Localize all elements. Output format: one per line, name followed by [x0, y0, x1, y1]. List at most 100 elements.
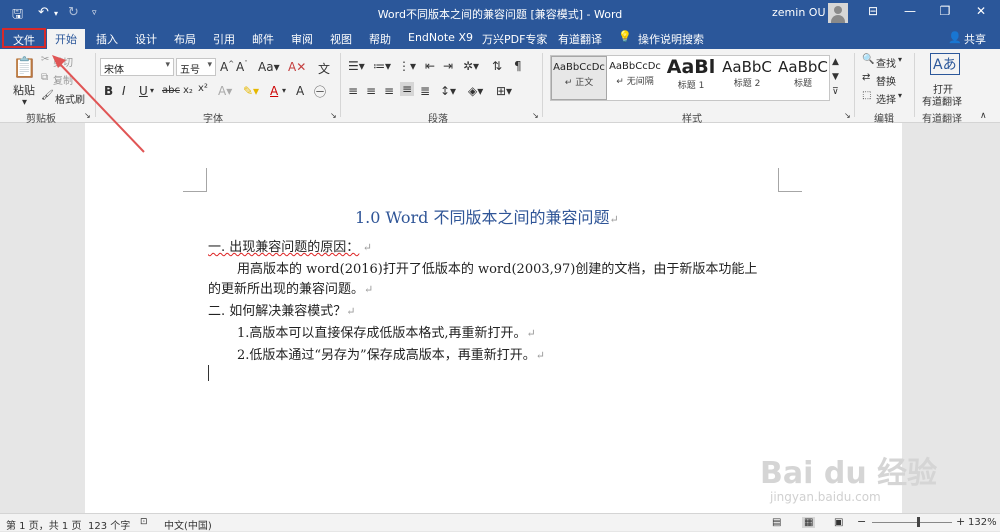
paste-button[interactable]: 粘贴 — [13, 82, 35, 98]
sort-icon[interactable]: ⇅ — [492, 59, 502, 73]
style-normal[interactable]: AaBbCcDc ↵ 正文 — [551, 56, 607, 100]
tab-home[interactable]: 开始 — [47, 29, 85, 49]
font-color-icon[interactable]: A — [270, 84, 278, 98]
paragraph-launcher-icon[interactable]: ↘ — [532, 111, 539, 120]
language[interactable]: 中文(中国) — [164, 517, 212, 532]
document-paragraph[interactable]: 二. 如何解决兼容模式？↵ — [208, 300, 355, 319]
highlight-icon[interactable]: ✎▾ — [243, 84, 259, 98]
line-spacing-icon[interactable]: ↕▾ — [440, 84, 456, 98]
cut-icon[interactable]: ✂ — [41, 54, 49, 65]
decrease-indent-icon[interactable]: ⇤ — [425, 59, 435, 73]
font-name-combo[interactable]: 宋体 ▾ — [100, 58, 174, 76]
translate-icon[interactable]: Aあ — [930, 53, 960, 75]
select-icon[interactable]: ⬚ — [862, 90, 871, 101]
align-right-icon[interactable]: ≡ — [384, 84, 394, 98]
ribbon-display-icon[interactable]: ⊟ — [858, 4, 888, 18]
styles-more-icon[interactable]: ⊽ — [832, 87, 839, 97]
collapse-ribbon-icon[interactable]: ∧ — [980, 111, 987, 121]
font-size-combo[interactable]: 五号 ▾ — [176, 58, 216, 76]
document-paragraph[interactable]: 用高版本的 word(2016)打开了低版本的 word(2003,97)创建的… — [237, 258, 757, 277]
character-shading-icon[interactable]: A — [296, 84, 304, 98]
tab-review[interactable]: 审阅 — [291, 31, 313, 47]
borders-icon[interactable]: ⊞▾ — [496, 84, 512, 98]
tab-design[interactable]: 设计 — [135, 31, 157, 47]
font-launcher-icon[interactable]: ↘ — [330, 111, 337, 120]
avatar[interactable] — [828, 3, 848, 23]
replace-button[interactable]: 替换 — [876, 73, 896, 88]
font-color-dropdown-icon[interactable]: ▾ — [282, 86, 286, 95]
strikethrough-icon[interactable]: abc — [162, 85, 180, 96]
tell-me-search[interactable]: 操作说明搜索 — [638, 31, 704, 47]
cut-button[interactable]: 剪切 — [53, 54, 73, 69]
tab-insert[interactable]: 插入 — [96, 31, 118, 47]
phonetic-guide-icon[interactable]: 文 — [318, 60, 330, 77]
read-mode-icon[interactable]: ▤ — [772, 517, 781, 528]
underline-icon[interactable]: U — [139, 84, 148, 98]
document-paragraph[interactable]: 一. 出现兼容问题的原因： ↵ — [208, 236, 372, 255]
underline-dropdown-icon[interactable]: ▾ — [150, 86, 154, 95]
tab-help[interactable]: 帮助 — [369, 31, 391, 47]
shrink-font-icon[interactable]: Aˇ — [236, 60, 248, 74]
share-button[interactable]: 共享 — [964, 31, 986, 47]
italic-icon[interactable]: I — [122, 84, 126, 98]
style-heading-2[interactable]: AaBbC 标题 2 — [719, 56, 775, 100]
tab-endnote[interactable]: EndNote X9 — [408, 31, 473, 44]
paste-dropdown-icon[interactable]: ▾ — [22, 97, 27, 108]
shading-icon[interactable]: ◈▾ — [468, 84, 483, 98]
tab-youdao[interactable]: 有道翻译 — [558, 31, 602, 47]
styles-scroll-down-icon[interactable]: ▼ — [832, 72, 839, 82]
numbering-icon[interactable]: ≔▾ — [373, 59, 391, 73]
tab-wondershare-pdf[interactable]: 万兴PDF专家 — [482, 31, 547, 47]
clear-formatting-icon[interactable]: A✕ — [288, 60, 306, 74]
align-left-icon[interactable]: ≡ — [348, 84, 358, 98]
distributed-icon[interactable]: ≣ — [420, 84, 430, 98]
styles-launcher-icon[interactable]: ↘ — [844, 111, 851, 120]
tab-view[interactable]: 视图 — [330, 31, 352, 47]
document-heading[interactable]: 1.0 Word 不同版本之间的兼容问题↵ — [355, 204, 619, 228]
find-dropdown-icon[interactable]: ▾ — [898, 55, 902, 64]
select-button[interactable]: 选择 — [876, 91, 896, 106]
copy-button[interactable]: 复制 — [53, 72, 73, 87]
align-center-icon[interactable]: ≡ — [366, 84, 376, 98]
zoom-level[interactable]: 132% — [968, 517, 997, 528]
replace-icon[interactable]: ⇄ — [862, 72, 870, 83]
zoom-in-icon[interactable]: + — [956, 515, 965, 528]
tab-mailings[interactable]: 邮件 — [252, 31, 274, 47]
print-layout-icon[interactable]: ▦ — [802, 517, 816, 528]
zoom-out-icon[interactable]: − — [857, 515, 866, 528]
share-icon[interactable]: 👤 — [948, 31, 962, 44]
tab-layout[interactable]: 布局 — [174, 31, 196, 47]
change-case-icon[interactable]: Aa▾ — [258, 60, 280, 74]
multilevel-list-icon[interactable]: ⋮▾ — [398, 59, 416, 73]
grow-font-icon[interactable]: A^ — [220, 60, 234, 74]
select-dropdown-icon[interactable]: ▾ — [898, 91, 902, 100]
subscript-icon[interactable]: x₂ — [183, 85, 193, 96]
zoom-slider[interactable] — [872, 522, 952, 523]
minimize-icon[interactable]: — — [895, 4, 925, 18]
show-marks-icon[interactable]: ¶ — [514, 59, 522, 73]
format-painter-icon[interactable]: 🖌 — [41, 90, 54, 101]
style-no-spacing[interactable]: AaBbCcDc ↵ 无间隔 — [607, 56, 663, 100]
styles-scroll-up-icon[interactable]: ▲ — [832, 57, 839, 67]
document-paragraph[interactable]: 1.高版本可以直接保存成低版本格式,再重新打开。↵ — [237, 322, 536, 341]
style-title[interactable]: AaBbC 标题 — [775, 56, 831, 100]
tab-file[interactable]: 文件 — [2, 28, 46, 48]
proofing-icon[interactable]: ⊡ — [140, 517, 148, 527]
open-translate-button-line2[interactable]: 有道翻译 — [922, 93, 962, 108]
document-paragraph[interactable]: 的更新所出现的兼容问题。↵ — [208, 278, 373, 297]
clipboard-launcher-icon[interactable]: ↘ — [84, 111, 91, 120]
justify-icon[interactable]: ≡ — [400, 82, 415, 96]
page-count[interactable]: 第 1 页，共 1 页 — [6, 517, 81, 532]
bold-icon[interactable]: B — [104, 84, 113, 98]
close-icon[interactable]: ✕ — [966, 4, 996, 18]
restore-icon[interactable]: ❐ — [930, 4, 960, 18]
style-heading-1[interactable]: AaBl 标题 1 — [663, 56, 719, 100]
copy-icon[interactable]: ⧉ — [41, 72, 48, 83]
format-painter-button[interactable]: 格式刷 — [55, 91, 85, 106]
zoom-slider-thumb[interactable] — [916, 517, 920, 527]
enclosed-character-icon[interactable]: ㊀ — [314, 83, 326, 100]
find-button[interactable]: 查找 — [876, 55, 896, 70]
tab-references[interactable]: 引用 — [213, 31, 235, 47]
chinese-layout-icon[interactable]: ✲▾ — [463, 59, 479, 73]
document-paragraph[interactable]: 2.低版本通过“另存为”保存成高版本，再重新打开。↵ — [237, 344, 545, 363]
